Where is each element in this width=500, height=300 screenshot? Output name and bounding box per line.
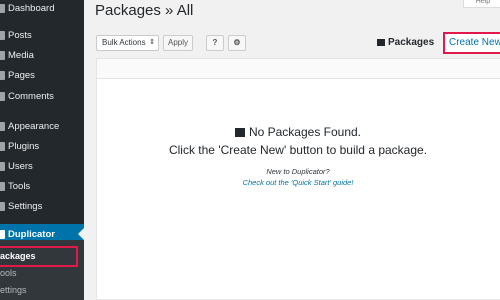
help-icon: ?: [212, 38, 218, 47]
settings-icon: [0, 201, 5, 211]
packages-heading: Packages: [377, 37, 434, 48]
new-to-text: New to Duplicator?: [266, 167, 330, 176]
sidebar-item-dashboard[interactable]: Dashboard: [0, 0, 84, 18]
quick-start-link[interactable]: Check out the 'Quick Start' guide!: [96, 178, 500, 187]
sidebar-item-label: Users: [8, 160, 33, 172]
sidebar-item-label: Settings: [8, 200, 43, 212]
select-caret-icon: ⇕: [149, 39, 155, 46]
empty-state-title: No Packages Found.: [96, 125, 500, 139]
packages-highlight-box: [0, 246, 78, 267]
help-tab[interactable]: Help: [463, 0, 500, 8]
sidebar-item-label: Comments: [8, 90, 54, 102]
sidebar-item-appearance[interactable]: Appearance: [0, 116, 84, 136]
bulk-actions-select[interactable]: Bulk Actions ⇕: [96, 35, 159, 51]
settings-button[interactable]: ⚙: [228, 35, 246, 51]
sidebar-item-posts[interactable]: Posts: [0, 25, 84, 45]
sidebar-item-label: Pages: [8, 69, 35, 81]
dashboard-icon: [0, 3, 5, 13]
media-icon: [0, 50, 5, 60]
sidebar-item-plugins[interactable]: Plugins: [0, 136, 84, 156]
page-title: Packages » All: [95, 2, 194, 19]
sidebar-item-tools[interactable]: Tools: [0, 176, 84, 196]
gear-icon: ⚙: [233, 38, 241, 47]
sidebar-item-pages[interactable]: Pages: [0, 65, 84, 85]
appearance-icon: [0, 121, 5, 131]
help-button[interactable]: ?: [206, 35, 224, 51]
tools-icon: [0, 181, 5, 191]
create-new-button[interactable]: Create New: [443, 32, 500, 54]
admin-sidebar: Dashboard Posts Media Pages Comments App…: [0, 0, 84, 300]
packages-toolbar: Bulk Actions ⇕ Apply ? ⚙ Packages Create …: [96, 28, 500, 58]
archive-icon: [377, 39, 385, 46]
archive-icon: [234, 127, 245, 137]
posts-icon: [0, 30, 5, 40]
duplicator-icon: [0, 229, 5, 239]
sidebar-item-label: Tools: [8, 180, 31, 192]
empty-state-subtitle: Click the 'Create New' button to build a…: [168, 143, 428, 157]
sidebar-item-label: Plugins: [8, 140, 40, 152]
sidebar-item-label: Appearance: [8, 120, 60, 132]
table-header-row: [97, 59, 500, 79]
sidebar-item-comments[interactable]: Comments: [0, 86, 84, 106]
comments-icon: [0, 91, 5, 101]
users-icon: [0, 161, 5, 171]
submenu-item-settings[interactable]: ettings: [0, 282, 84, 298]
sidebar-item-media[interactable]: Media: [0, 45, 84, 65]
submenu-item-tools[interactable]: ools: [0, 265, 84, 281]
plugins-icon: [0, 141, 5, 151]
apply-button[interactable]: Apply: [163, 35, 193, 51]
sidebar-item-users[interactable]: Users: [0, 156, 84, 176]
sidebar-item-label: Duplicator: [8, 228, 55, 240]
sidebar-item-label: Dashboard: [8, 2, 55, 14]
pages-icon: [0, 70, 5, 80]
current-menu-arrow: [78, 228, 84, 240]
sidebar-item-label: Media: [8, 49, 34, 61]
sidebar-item-label: Posts: [8, 29, 32, 41]
sidebar-item-settings[interactable]: Settings: [0, 196, 84, 216]
